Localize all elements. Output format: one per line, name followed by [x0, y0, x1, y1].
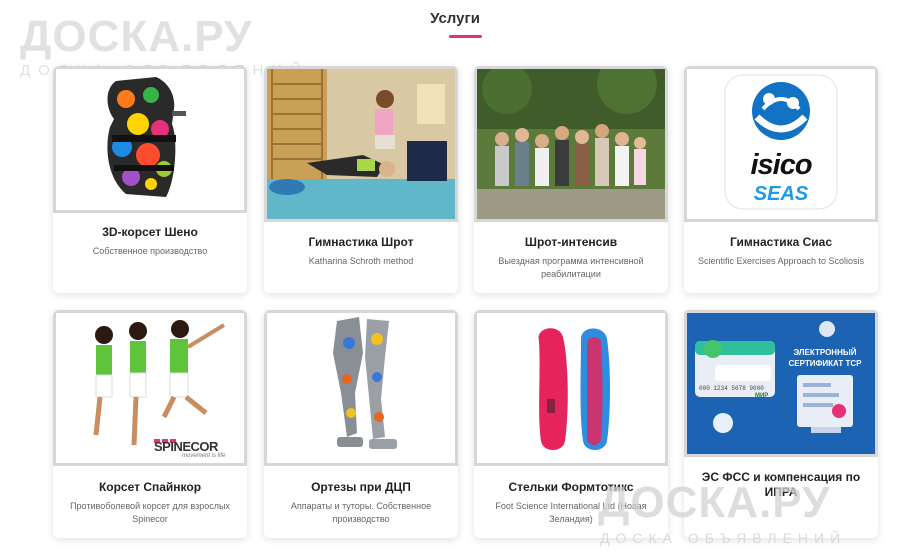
card-description: Scientific Exercises Approach to Scolios… — [697, 256, 865, 266]
card-description: Foot Science International Ltd (Новая Зе… — [495, 501, 647, 524]
card-title[interactable]: Ортезы при ДЦП — [270, 480, 452, 495]
card-description: Аппараты и туторы. Собственное производс… — [290, 501, 432, 524]
service-card-insoles[interactable]: Стельки Формтотикс Foot Science Internat… — [474, 310, 668, 538]
isico-brand-text: isico — [750, 149, 812, 181]
card-number: 000 1234 5678 9000 — [699, 385, 764, 392]
service-card-orthoses[interactable]: Ортезы при ДЦП Аппараты и туторы. Собств… — [264, 310, 458, 538]
card-title[interactable]: Стельки Формтотикс — [480, 480, 662, 495]
spinecor-models-photo[interactable]: SPINECOR movement is life — [53, 310, 247, 466]
title-underline — [449, 35, 482, 38]
seas-text: SEAS — [753, 183, 809, 205]
spinecor-tagline: movement is life — [182, 453, 226, 459]
card-title[interactable]: Гимнастика Шрот — [270, 235, 452, 250]
group-photo-outdoors[interactable] — [474, 66, 668, 222]
service-card-schroth-intensive[interactable]: Шрот-интенсив Выездная программа интенси… — [474, 66, 668, 293]
card-title[interactable]: Шрот-интенсив — [480, 235, 662, 250]
colorful-3d-brace-photo[interactable] — [53, 66, 247, 213]
section-title: Услуги — [430, 10, 480, 27]
service-card-spinecor[interactable]: SPINECOR movement is life Корсет Спайнко… — [53, 310, 247, 538]
certificate-heading: ЭЛЕКТРОННЫЙ СЕРТИФИКАТ ТСР — [788, 348, 862, 368]
card-description: Выездная программа интенсивной реабилита… — [498, 256, 644, 279]
isico-seas-logo[interactable]: isico SEAS — [684, 66, 878, 222]
card-description: Katharina Schroth method — [308, 256, 414, 266]
service-card-fss-certificate[interactable]: ЭЛЕКТРОННЫЙ СЕРТИФИКАТ ТСР 000 1234 5678… — [684, 310, 878, 538]
gymnastics-session-photo[interactable] — [264, 66, 458, 222]
service-card-3d-corset[interactable]: 3D-корсет Шено Собственное производство — [53, 66, 247, 293]
card-title[interactable]: Корсет Спайнкор — [59, 480, 241, 495]
service-card-schroth[interactable]: Гимнастика Шрот Katharina Schroth method — [264, 66, 458, 293]
card-description: Противоболевой корсет для взрослых Spine… — [70, 501, 230, 524]
leg-orthoses-photo[interactable] — [264, 310, 458, 466]
spinecor-logo-text: SPINECOR — [154, 439, 218, 454]
electronic-certificate-banner[interactable]: ЭЛЕКТРОННЫЙ СЕРТИФИКАТ ТСР 000 1234 5678… — [684, 310, 878, 457]
insoles-photo[interactable] — [474, 310, 668, 466]
card-title[interactable]: ЭС ФСС и компенсация по ИПРА — [690, 470, 872, 500]
card-description: Собственное производство — [92, 246, 208, 256]
card-title[interactable]: Гимнастика Сиас — [690, 235, 872, 250]
card-title[interactable]: 3D-корсет Шено — [59, 225, 241, 240]
service-card-seas[interactable]: isico SEAS Гимнастика Сиас Scientific Ex… — [684, 66, 878, 293]
mir-card-brand: МИР — [755, 393, 769, 399]
